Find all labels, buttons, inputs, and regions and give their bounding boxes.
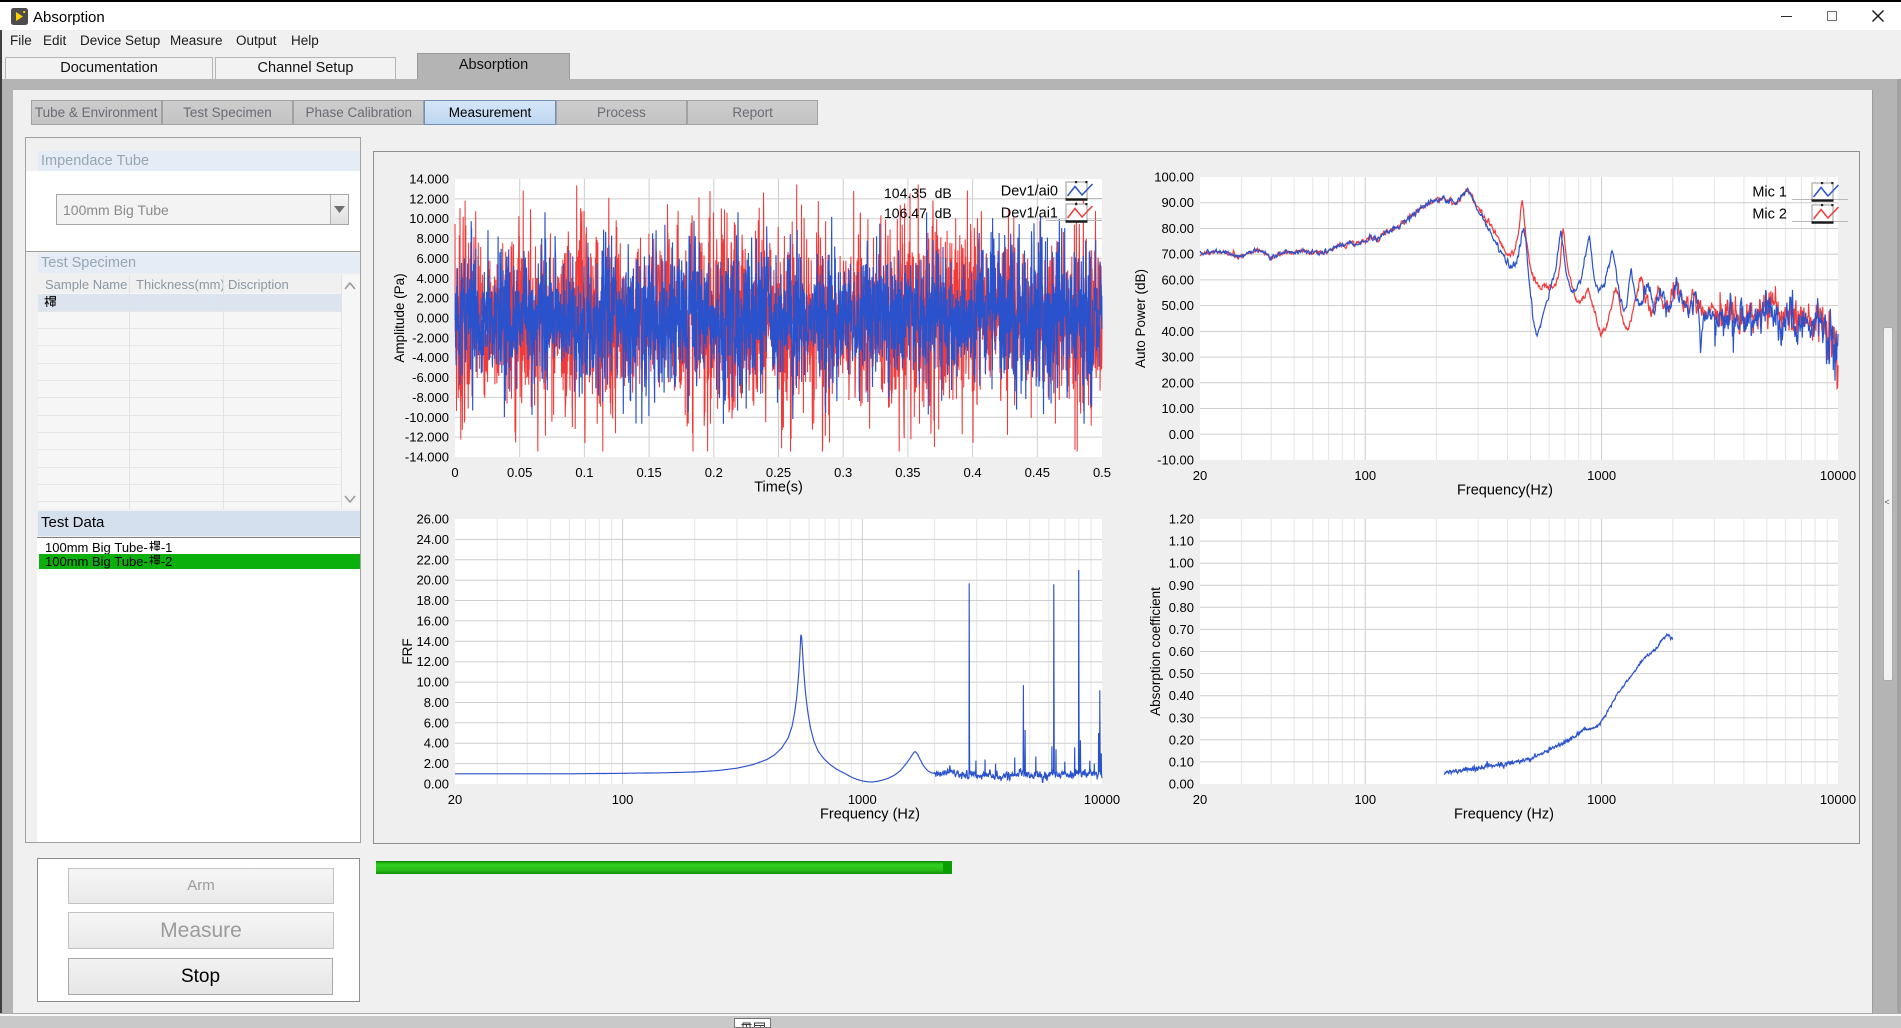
svg-text:10.000: 10.000 <box>409 211 449 226</box>
svg-text:0.00: 0.00 <box>1169 427 1194 442</box>
svg-text:20: 20 <box>1193 792 1207 807</box>
svg-text:0.3: 0.3 <box>834 465 852 480</box>
svg-text:Frequency (Hz): Frequency (Hz) <box>820 807 920 823</box>
svg-text:0.80: 0.80 <box>1169 600 1194 615</box>
svg-text:Dev1/ai1: Dev1/ai1 <box>1001 206 1058 222</box>
svg-text:0.40: 0.40 <box>1169 688 1194 703</box>
svg-text:0.50: 0.50 <box>1169 666 1194 681</box>
svg-text:Absorption coefficient: Absorption coefficient <box>1148 587 1163 716</box>
svg-text:0.4: 0.4 <box>964 465 982 480</box>
svg-text:0.90: 0.90 <box>1169 578 1194 593</box>
svg-text:1000: 1000 <box>1587 468 1616 483</box>
svg-text:20: 20 <box>448 792 462 807</box>
svg-text:40.00: 40.00 <box>1161 324 1194 339</box>
svg-text:0.45: 0.45 <box>1025 465 1050 480</box>
svg-text:-4.000: -4.000 <box>412 350 449 365</box>
svg-text:6.00: 6.00 <box>424 715 449 730</box>
svg-text:16.00: 16.00 <box>416 613 449 628</box>
svg-text:6.000: 6.000 <box>416 251 449 266</box>
svg-text:100: 100 <box>1354 792 1376 807</box>
svg-text:80.00: 80.00 <box>1161 221 1194 236</box>
svg-text:8.00: 8.00 <box>424 695 449 710</box>
svg-text:18.00: 18.00 <box>416 593 449 608</box>
svg-text:12.00: 12.00 <box>416 654 449 669</box>
svg-text:90.00: 90.00 <box>1161 195 1194 210</box>
svg-text:104.35 dB: 104.35 dB <box>884 185 952 201</box>
svg-text:Time(s): Time(s) <box>754 480 803 496</box>
svg-text:Auto Power (dB): Auto Power (dB) <box>1133 269 1148 368</box>
svg-text:0.60: 0.60 <box>1169 644 1194 659</box>
svg-text:0.00: 0.00 <box>424 777 449 792</box>
svg-text:20: 20 <box>1193 468 1207 483</box>
svg-text:30.00: 30.00 <box>1161 350 1194 365</box>
svg-text:20.00: 20.00 <box>1161 375 1194 390</box>
svg-text:0.5: 0.5 <box>1093 465 1111 480</box>
svg-text:-8.000: -8.000 <box>412 390 449 405</box>
svg-text:-12.000: -12.000 <box>405 430 449 445</box>
svg-text:FRF: FRF <box>400 638 415 664</box>
svg-text:50.00: 50.00 <box>1161 298 1194 313</box>
svg-text:0.25: 0.25 <box>766 465 791 480</box>
svg-text:0.05: 0.05 <box>507 465 532 480</box>
svg-text:1000: 1000 <box>848 792 877 807</box>
svg-text:1.10: 1.10 <box>1169 534 1194 549</box>
svg-text:-6.000: -6.000 <box>412 370 449 385</box>
svg-text:4.000: 4.000 <box>416 271 449 286</box>
svg-text:Mic 2: Mic 2 <box>1752 207 1787 223</box>
svg-text:Amplitude (Pa): Amplitude (Pa) <box>392 273 407 362</box>
svg-text:1000: 1000 <box>1587 792 1616 807</box>
svg-text:26.00: 26.00 <box>416 512 449 527</box>
svg-text:-14.000: -14.000 <box>405 450 449 465</box>
svg-text:0.1: 0.1 <box>575 465 593 480</box>
svg-text:Dev1/ai0: Dev1/ai0 <box>1001 184 1058 200</box>
svg-text:0.30: 0.30 <box>1169 710 1194 725</box>
svg-text:60.00: 60.00 <box>1161 272 1194 287</box>
svg-text:12.000: 12.000 <box>409 191 449 206</box>
svg-text:-2.000: -2.000 <box>412 330 449 345</box>
svg-text:70.00: 70.00 <box>1161 247 1194 262</box>
svg-text:8.000: 8.000 <box>416 231 449 246</box>
svg-text:0.2: 0.2 <box>705 465 723 480</box>
svg-text:106.47 dB: 106.47 dB <box>884 205 952 221</box>
svg-text:10.00: 10.00 <box>1161 401 1194 416</box>
svg-text:Frequency(Hz): Frequency(Hz) <box>1457 483 1553 499</box>
svg-text:0.35: 0.35 <box>895 465 920 480</box>
svg-text:14.000: 14.000 <box>409 172 449 187</box>
svg-text:-10.000: -10.000 <box>405 410 449 425</box>
svg-text:-10.00: -10.00 <box>1157 453 1194 468</box>
svg-text:2.000: 2.000 <box>416 291 449 306</box>
svg-text:0.10: 0.10 <box>1169 754 1194 769</box>
svg-text:100: 100 <box>1354 468 1376 483</box>
svg-text:4.00: 4.00 <box>424 736 449 751</box>
svg-text:0.00: 0.00 <box>1169 777 1194 792</box>
svg-text:0.000: 0.000 <box>416 311 449 326</box>
svg-text:1.00: 1.00 <box>1169 556 1194 571</box>
svg-text:0: 0 <box>451 465 458 480</box>
svg-text:100: 100 <box>612 792 634 807</box>
svg-text:10000: 10000 <box>1084 792 1120 807</box>
svg-text:0.15: 0.15 <box>636 465 661 480</box>
svg-text:1.20: 1.20 <box>1169 512 1194 527</box>
svg-text:22.00: 22.00 <box>416 552 449 567</box>
svg-text:10.00: 10.00 <box>416 675 449 690</box>
svg-text:24.00: 24.00 <box>416 532 449 547</box>
svg-text:0.20: 0.20 <box>1169 732 1194 747</box>
svg-text:2.00: 2.00 <box>424 756 449 771</box>
svg-text:100.00: 100.00 <box>1154 170 1194 185</box>
svg-text:10000: 10000 <box>1820 792 1856 807</box>
svg-text:10000: 10000 <box>1820 468 1856 483</box>
svg-text:Mic 1: Mic 1 <box>1752 185 1787 201</box>
svg-text:14.00: 14.00 <box>416 634 449 649</box>
svg-text:Frequency (Hz): Frequency (Hz) <box>1454 807 1554 823</box>
svg-text:20.00: 20.00 <box>416 573 449 588</box>
svg-text:0.70: 0.70 <box>1169 622 1194 637</box>
